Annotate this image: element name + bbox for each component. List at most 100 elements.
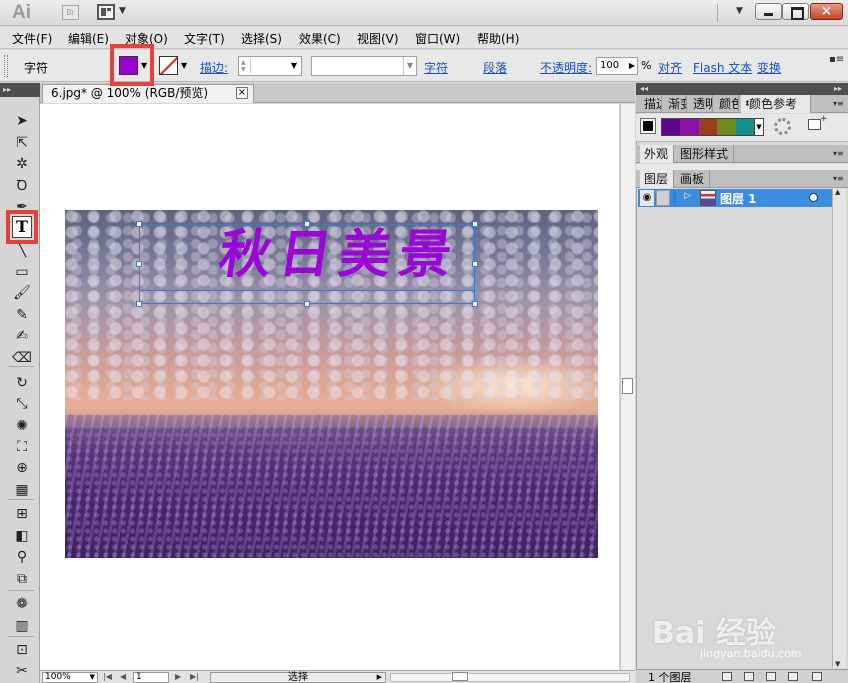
status-info-select[interactable]: 选择 ▶ xyxy=(210,672,386,683)
magic-wand-tool-icon[interactable]: ✲ xyxy=(11,154,33,174)
layer-name[interactable]: 图层 1 xyxy=(720,190,757,207)
free-transform-tool-icon[interactable]: ⛶ xyxy=(11,437,33,457)
character-link[interactable]: 字符 xyxy=(424,59,448,76)
tab-color[interactable]: 颜色 xyxy=(715,95,739,113)
bridge-button[interactable]: Br xyxy=(62,5,79,20)
scale-tool-icon[interactable]: ⤡ xyxy=(11,394,33,414)
slice-tool-icon[interactable]: ✂ xyxy=(11,661,33,681)
chevron-right-icon[interactable]: ▶ xyxy=(629,58,635,74)
blob-brush-tool-icon[interactable]: ✍ xyxy=(11,326,33,346)
scroll-up-icon[interactable]: ▲ xyxy=(835,188,840,196)
chevron-down-icon[interactable]: ▼ xyxy=(755,118,764,136)
warp-tool-icon[interactable]: ✺ xyxy=(11,416,33,436)
last-page-icon[interactable]: ▶| xyxy=(190,672,199,681)
opacity-link[interactable]: 不透明度: xyxy=(540,59,592,76)
horizontal-scrollbar[interactable] xyxy=(390,673,630,682)
vertical-scroll-thumb[interactable] xyxy=(622,378,633,394)
toolbar-collapse-icon[interactable]: ▸▸ xyxy=(0,83,40,97)
chevron-down-icon[interactable]: ▼ xyxy=(291,61,297,70)
resize-handle[interactable] xyxy=(472,221,478,227)
harmony-swatch[interactable] xyxy=(717,119,736,135)
font-family-select[interactable]: ▼ xyxy=(311,56,417,76)
flash-text-link[interactable]: Flash 文本 xyxy=(693,59,752,76)
chevron-down-icon[interactable]: ▼ xyxy=(90,673,95,682)
paragraph-link[interactable]: 段落 xyxy=(483,59,507,76)
resize-handle[interactable] xyxy=(304,301,310,307)
selection-bounding-box[interactable] xyxy=(139,224,475,304)
stroke-none-swatch[interactable] xyxy=(159,56,178,75)
clipping-mask-icon[interactable] xyxy=(744,672,754,681)
menu-file[interactable]: 文件(F) xyxy=(12,30,52,47)
panel-menu-icon[interactable]: ▾≡ xyxy=(833,149,844,158)
close-icon[interactable]: × xyxy=(236,87,248,99)
layers-scrollbar[interactable] xyxy=(832,189,846,668)
zoom-select[interactable]: 100% ▼ xyxy=(42,672,98,683)
resize-handle[interactable] xyxy=(472,261,478,267)
menu-effect[interactable]: 效果(C) xyxy=(299,30,341,47)
resize-handle[interactable] xyxy=(136,261,142,267)
shape-builder-tool-icon[interactable]: ⊕ xyxy=(11,458,33,478)
tab-artboards[interactable]: 画板 xyxy=(676,170,710,188)
chevron-right-icon[interactable]: ▶ xyxy=(377,673,382,682)
lock-toggle[interactable] xyxy=(656,190,670,206)
stroke-dropdown-icon[interactable]: ▼ xyxy=(181,61,187,70)
stepper-icon[interactable]: ▲ ▼ xyxy=(241,59,251,73)
align-link[interactable]: 对齐 xyxy=(658,59,682,76)
resize-handle[interactable] xyxy=(472,301,478,307)
base-color-swatch[interactable] xyxy=(640,118,656,134)
chevron-down-icon[interactable]: ▼ xyxy=(119,6,126,16)
scroll-down-icon[interactable]: ▼ xyxy=(835,660,840,668)
document-tab[interactable]: 6.jpg* @ 100% (RGB/预览) xyxy=(42,84,254,103)
target-circle-icon[interactable] xyxy=(809,193,818,202)
menu-window[interactable]: 窗口(W) xyxy=(415,30,460,47)
rotate-tool-icon[interactable]: ↻ xyxy=(11,373,33,393)
panel-menu-icon[interactable]: ▾≡ xyxy=(833,174,844,183)
horizontal-scroll-thumb[interactable] xyxy=(452,672,468,681)
panel-menu-icon[interactable]: ▾≡ xyxy=(833,99,844,108)
close-button[interactable]: × xyxy=(810,3,843,20)
tab-graphic-styles[interactable]: 图形样式 xyxy=(676,145,734,163)
rectangle-tool-icon[interactable]: ▭ xyxy=(11,262,33,282)
mesh-tool-icon[interactable]: ⊞ xyxy=(11,504,33,524)
direct-selection-tool-icon[interactable]: ⇱ xyxy=(11,133,33,153)
menu-select[interactable]: 选择(S) xyxy=(241,30,282,47)
maximize-button[interactable] xyxy=(782,3,809,20)
blend-tool-icon[interactable]: ⧉ xyxy=(11,569,33,589)
expand-triangle-icon[interactable]: ▷ xyxy=(684,191,691,201)
tab-color-guide[interactable]: 颜色参考 xyxy=(741,95,811,113)
eyedropper-tool-icon[interactable]: ⚲ xyxy=(11,547,33,567)
resize-handle[interactable] xyxy=(136,221,142,227)
artboard-tool-icon[interactable]: ⊡ xyxy=(11,640,33,660)
perspective-grid-tool-icon[interactable]: ▦ xyxy=(11,480,33,500)
column-graph-tool-icon[interactable]: ▥ xyxy=(11,616,33,636)
locate-object-icon[interactable] xyxy=(722,672,732,681)
paintbrush-tool-icon[interactable]: 🖌 xyxy=(11,283,33,303)
tab-appearance[interactable]: 外观 xyxy=(640,145,674,163)
prev-page-icon[interactable]: ◀ xyxy=(120,672,126,681)
chevron-down-icon[interactable]: ▼ xyxy=(403,57,416,75)
harmony-swatch[interactable] xyxy=(662,119,681,135)
tab-gradient[interactable]: 渐变 xyxy=(664,95,687,113)
gradient-tool-icon[interactable]: ◧ xyxy=(11,526,33,546)
arrange-documents-icon[interactable] xyxy=(97,4,115,20)
expand-panels-icon[interactable]: ◂◂ xyxy=(640,84,648,93)
first-page-icon[interactable]: |◀ xyxy=(103,672,112,681)
harmony-swatch[interactable] xyxy=(735,119,755,135)
menu-view[interactable]: 视图(V) xyxy=(357,30,399,47)
tab-transparency[interactable]: 透明 xyxy=(689,95,713,113)
lasso-tool-icon[interactable]: Ꝺ xyxy=(11,176,33,196)
menu-edit[interactable]: 编辑(E) xyxy=(68,30,109,47)
harmony-swatch[interactable] xyxy=(698,119,718,135)
panel-grip[interactable] xyxy=(4,55,8,77)
new-layer-icon[interactable] xyxy=(788,672,798,681)
trash-icon[interactable] xyxy=(812,672,822,681)
stroke-weight-field[interactable]: ▲ ▼ ▼ xyxy=(238,56,302,76)
new-sublayer-icon[interactable] xyxy=(766,672,776,681)
pencil-tool-icon[interactable]: ✎ xyxy=(11,305,33,325)
tab-layers[interactable]: 图层 xyxy=(640,170,674,188)
selection-tool-icon[interactable]: ➤ xyxy=(11,111,33,131)
color-wheel-icon[interactable] xyxy=(774,118,791,135)
menu-help[interactable]: 帮助(H) xyxy=(477,30,519,47)
opacity-input[interactable]: 100 ▶ xyxy=(596,57,638,75)
tab-stroke[interactable]: 描边 xyxy=(640,95,662,113)
